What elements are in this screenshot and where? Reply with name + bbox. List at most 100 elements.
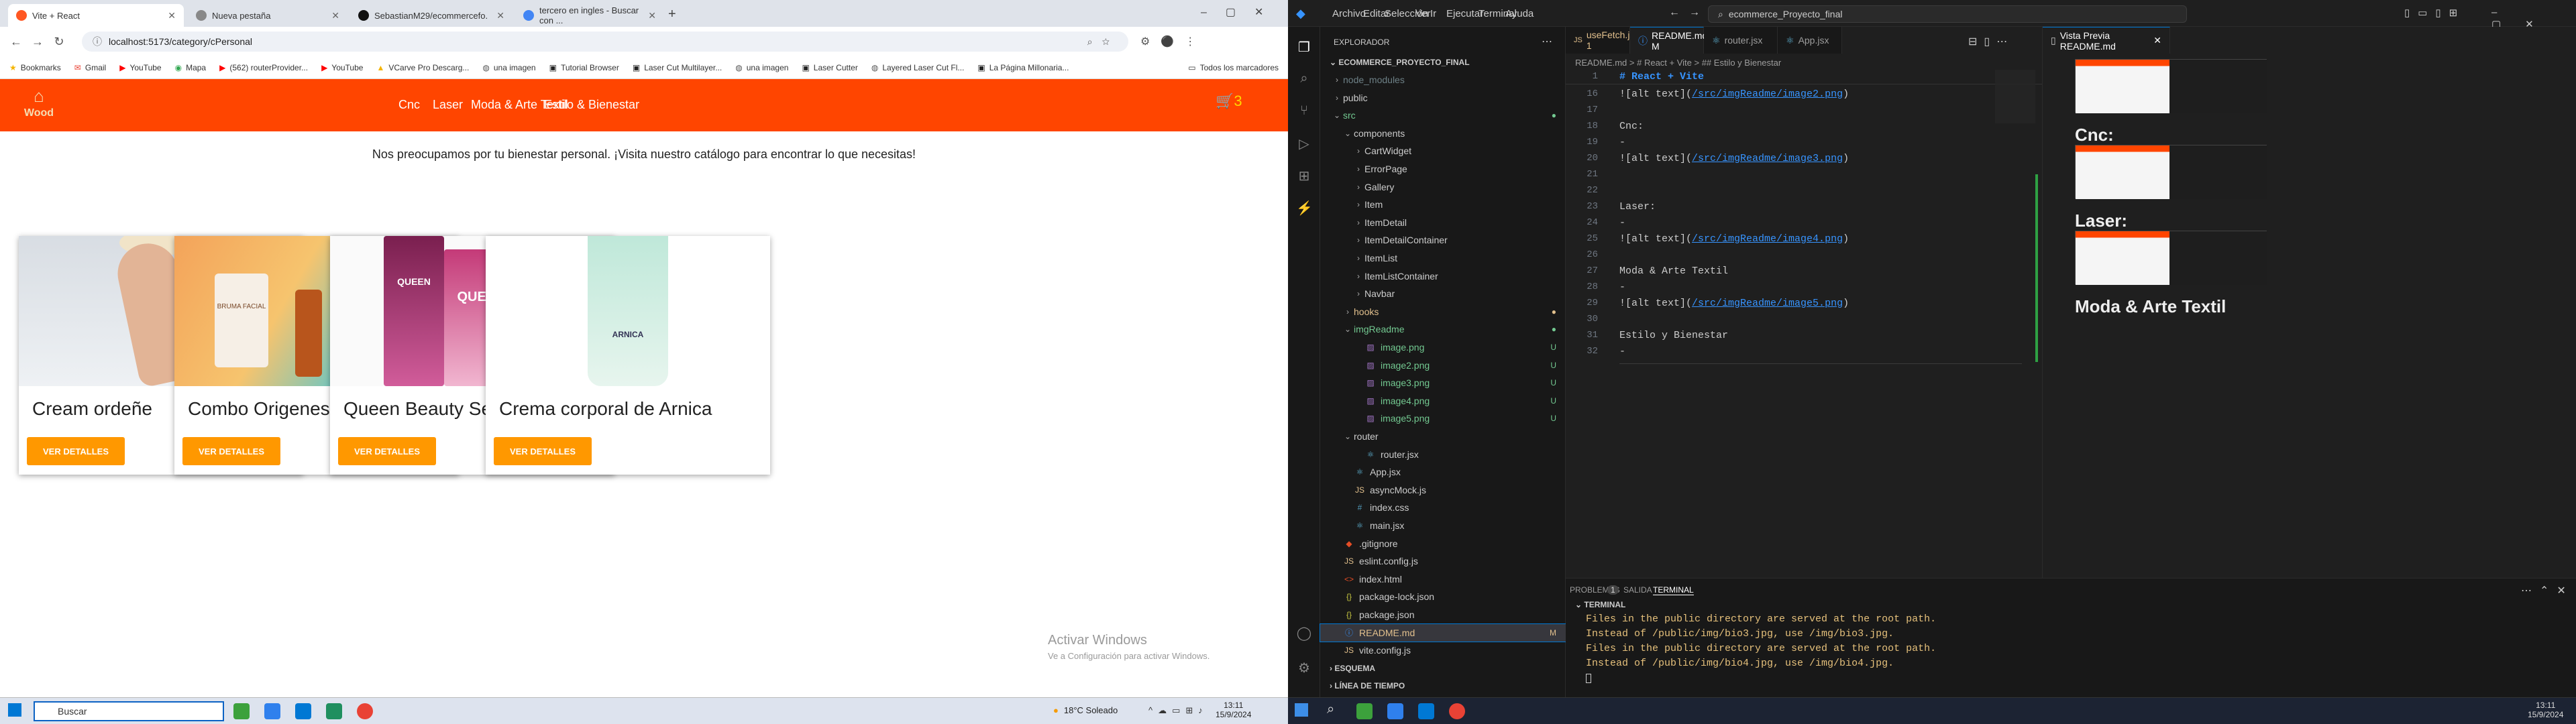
tree-file[interactable]: ⚛ App.jsx [1320,463,1566,481]
nav-arrows-icon[interactable]: ←→ [1669,7,1709,19]
tree-folder[interactable]: ⌄ router [1320,428,1566,445]
code-line[interactable]: - [1619,346,1625,357]
tree-file[interactable]: ▨ image5.png U [1320,410,1566,427]
bookmark-item[interactable]: ▣ La Página Millonaria... [977,63,1069,72]
tree-folder[interactable]: › Gallery [1320,178,1566,196]
omnibox-actions-icons[interactable]: ⌕☆ [1087,36,1119,48]
close-tab-icon[interactable]: ✕ [331,10,339,21]
tree-file[interactable]: # index.css [1320,499,1566,516]
code-line[interactable]: ![alt text](/src/imgReadme/image3.png) [1619,153,1849,164]
bookmark-item[interactable]: ◍ una imagen [735,63,788,72]
view-details-button[interactable]: VER DETALLES [27,437,125,465]
chrome-icon[interactable] [357,703,373,719]
code-link[interactable]: /src/imgReadme/image4.png [1692,233,1843,245]
terminal-section-header[interactable]: ⌄ TERMINAL [1575,600,1625,609]
bookmark-item[interactable]: ▶ (562) routerProvider... [219,63,308,72]
close-tab-icon[interactable]: ✕ [496,10,504,21]
vscode-icon[interactable] [1387,703,1403,719]
menu-ejecutar[interactable]: Ejecutar [1446,8,1483,19]
menu-ayuda[interactable]: Ayuda [1505,8,1534,19]
panel-tab-output[interactable]: SALIDA [1623,585,1652,595]
tree-folder[interactable]: › ItemDetailContainer [1320,231,1566,249]
nav-link-cnc[interactable]: Cnc [398,98,420,112]
bookmark-item[interactable]: ◍ una imagen [482,63,535,72]
code-line[interactable]: ![alt text](/src/imgReadme/image2.png) [1619,88,1849,100]
code-line[interactable]: - [1619,137,1625,148]
tree-file[interactable]: ▨ image4.png U [1320,392,1566,410]
nav-link-estilo[interactable]: Estilo & Bienestar [544,98,639,112]
tree-file[interactable]: JS eslint.config.js [1320,552,1566,570]
source-control-icon[interactable]: ⑂ [1296,103,1312,119]
panel-tab-terminal[interactable]: TERMINAL [1653,585,1694,595]
start-windows-icon[interactable] [8,703,21,717]
close-tab-icon[interactable]: ✕ [648,10,656,21]
more-actions-icon[interactable]: ⋯ [1542,35,1552,48]
code-line[interactable]: Estilo y Bienestar [1619,330,1728,341]
tree-folder[interactable]: › hooks ● [1320,303,1566,320]
chrome-icon[interactable] [1449,703,1465,719]
taskbar-clock[interactable]: 13:11 15/9/2024 [1216,701,1251,719]
bookmark-item[interactable]: ◍ Layered Laser Cut Fl... [871,63,965,72]
tree-file[interactable]: <> index.html [1320,570,1566,588]
code-link[interactable]: /src/imgReadme/image2.png [1692,88,1843,100]
tree-folder[interactable]: › ErrorPage [1320,160,1566,178]
terminal-cursor[interactable] [1586,674,1591,683]
outlook-icon[interactable] [1418,703,1434,719]
timeline-section[interactable]: › LÍNEA DE TIEMPO [1330,681,1405,690]
back-arrow-icon[interactable]: ← [5,31,27,52]
command-center[interactable]: ⌕ ecommerce_Proyecto_final [1708,5,2187,23]
menu-ir[interactable]: Ir [1430,8,1436,19]
window-controls[interactable]: ‒▢✕ [1201,5,1282,19]
tree-file[interactable]: ▨ image.png U [1320,339,1566,356]
close-tab-icon[interactable]: ✕ [168,10,176,21]
tree-folder[interactable]: ⌄ components [1320,125,1566,142]
all-bookmarks-folder[interactable]: ▭ Todos los marcadores [1188,63,1279,72]
code-link[interactable]: /src/imgReadme/image5.png [1692,298,1843,309]
run-debug-icon[interactable]: ▷ [1296,135,1312,152]
tree-folder[interactable]: ⌄ src ● [1320,107,1566,124]
sticky-heading[interactable]: # React + Vite [1619,71,1704,82]
tree-folder[interactable]: › ItemList [1320,249,1566,267]
project-root[interactable]: ⌄ ECOMMERCE_PROYECTO_FINAL [1330,58,1470,67]
code-line[interactable]: ![alt text](/src/imgReadme/image5.png) [1619,298,1849,309]
tree-file[interactable]: JS vite.config.js [1320,642,1566,659]
preview-tab[interactable]: ▯ Vista Previa README.md ✕ [2043,27,2170,54]
editor-tab-router[interactable]: ⚛ router.jsx [1704,27,1778,54]
browser-tab-new[interactable]: Nueva pestaña ✕ [188,4,347,27]
site-logo[interactable]: ⌂ Wood [19,84,59,127]
app-icon[interactable] [326,703,342,719]
tree-file[interactable]: {} package-lock.json [1320,588,1566,605]
nav-link-laser[interactable]: Laser [433,98,463,112]
panel-actions-icons[interactable]: ⋯⌃✕ [2521,584,2574,597]
search-icon[interactable]: ⌕ [1296,71,1312,87]
tree-folder[interactable]: › CartWidget [1320,142,1566,160]
tree-folder[interactable]: › public [1320,89,1566,107]
code-link[interactable]: /src/imgReadme/image3.png [1692,153,1843,164]
extensions-profile-menu-icons[interactable]: ⚙⚫⋮ [1140,35,1206,48]
reload-icon[interactable]: ↻ [48,31,70,52]
tree-folder[interactable]: › Navbar [1320,285,1566,302]
browser-tab-google[interactable]: tercero en ingles - Buscar con ... ✕ [515,4,664,27]
vscode-icon[interactable] [264,703,280,719]
weather-widget[interactable]: ● 18°C Soleado [1053,705,1118,715]
tree-folder[interactable]: › Item [1320,196,1566,213]
remote-icon[interactable]: ⚡ [1296,200,1313,216]
start-windows-icon[interactable] [1295,703,1308,717]
bookmark-item[interactable]: ★ Bookmarks [9,63,61,72]
close-icon[interactable]: ✕ [2153,35,2161,46]
bookmark-item[interactable]: ▣ Tutorial Browser [549,63,619,72]
menu-ver[interactable]: Ver [1415,8,1431,19]
bookmark-item[interactable]: ▣ Laser Cutter [802,63,857,72]
url-text[interactable]: localhost:5173/category/cPersonal [109,36,252,47]
tree-file[interactable]: ⓘ README.md M [1320,623,1566,642]
bookmark-item[interactable]: ▣ Laser Cut Multilayer... [633,63,722,72]
bookmark-item[interactable]: ▲ VCarve Pro Descarg... [376,63,469,72]
search-icon[interactable]: ⌕ [1327,702,1334,717]
account-icon[interactable]: ◯ [1296,625,1312,641]
breadcrumb[interactable]: README.md > # React + Vite > ## Estilo y… [1575,58,1781,68]
site-info-icon[interactable]: ⓘ [93,35,102,48]
editor-actions-icons[interactable]: ⊟▯⋯ [1968,35,2014,48]
tree-file[interactable]: JS asyncMock.js [1320,481,1566,499]
settings-gear-icon[interactable]: ⚙ [1296,660,1312,676]
editor-tab-readme[interactable]: ⓘ README.md M ● [1630,27,1717,54]
